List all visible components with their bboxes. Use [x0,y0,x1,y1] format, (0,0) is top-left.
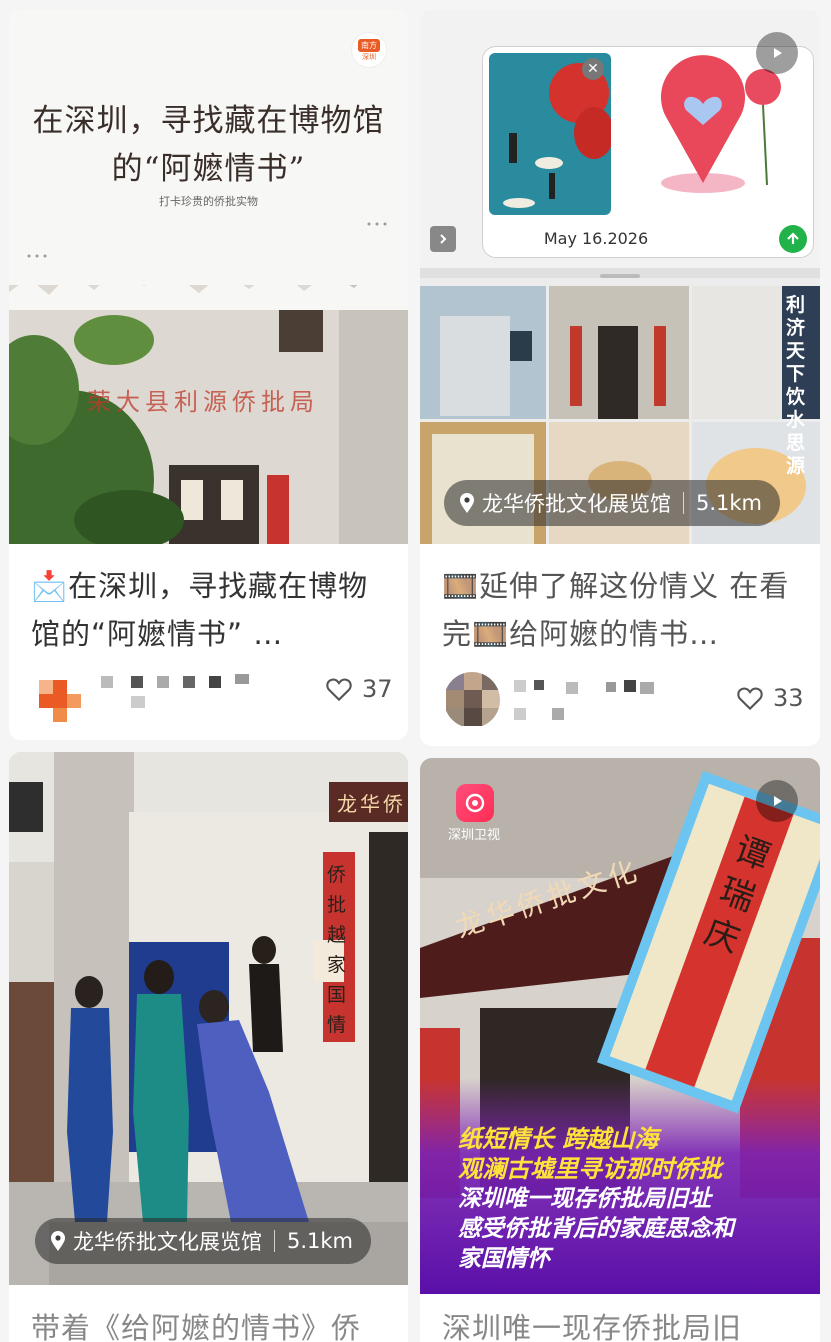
card-title[interactable]: 🎞️延伸了解这份情义 在看完🎞️给阿嬷的情书… [442,562,798,658]
card-cover-image[interactable]: ✕ May 16.2026 利济天下饮水思源 龙华侨批文化展览馆 5.1km [420,10,820,544]
like-count: 33 [773,684,804,712]
location-tag[interactable]: 龙华侨批文化展览馆 5.1km [444,480,781,526]
play-icon [774,796,782,806]
drag-handle[interactable] [600,274,640,278]
caption-line-2: 观澜古墟里寻访那时侨批 [458,1155,722,1183]
note-card[interactable]: 龙华侨 侨批越家国情 龙华侨批文化展览馆 5.1km 带着《给阿嬷的情书》侨 [9,752,408,1342]
building-sign-text: 荣大县利源侨批局 [87,388,319,416]
channel-logo-icon [465,793,485,813]
like-count: 37 [362,675,393,703]
close-thumbnail-icon[interactable]: ✕ [582,58,604,80]
card-cover-image[interactable]: 深圳卫视 龙华侨批文化 谭瑞庆 纸短情长 跨越山海 观澜古墟里寻访那时侨批 深圳… [420,758,820,1294]
red-banner-text: 侨批越家国情 [327,864,347,1036]
author-name-redacted[interactable] [101,670,271,710]
play-video-button[interactable] [756,780,798,822]
location-name: 龙华侨批文化展览馆 [73,1230,262,1254]
author-avatar[interactable] [31,668,87,724]
location-tag[interactable]: 龙华侨批文化展览馆 5.1km [35,1218,372,1264]
location-separator [683,492,684,514]
channel-name: 深圳卫视 [448,828,501,843]
note-card[interactable]: 南方 深圳 在深圳，寻找藏在博物馆 的“阿嬷情书” 打卡珍贵的侨批实物 荣大县利… [9,10,408,740]
note-card[interactable]: 深圳卫视 龙华侨批文化 谭瑞庆 纸短情长 跨越山海 观澜古墟里寻访那时侨批 深圳… [420,758,820,1342]
heart-outline-icon [737,687,763,711]
like-button[interactable]: 37 [324,674,393,704]
card-title[interactable]: 📩在深圳，寻找藏在博物馆的“阿嬷情书” … [31,562,386,658]
caption-line-5: 家国情怀 [458,1246,550,1272]
cover-headline-line2: 的“阿嬷情书” [111,151,306,187]
location-pin-icon [460,493,474,513]
video-caption: 纸短情长 跨越山海 观澜古墟里寻访那时侨批 深圳唯一现存侨批局旧址 感受侨批背后… [458,1124,818,1274]
arrow-up-icon [787,232,799,244]
location-pin-icon [51,1231,65,1251]
caption-line-3: 深圳唯一现存侨批局旧址 [458,1186,711,1212]
card-cover-image[interactable]: 龙华侨 侨批越家国情 龙华侨批文化展览馆 5.1km [9,752,408,1285]
author-name-redacted[interactable] [514,674,674,724]
location-distance: 5.1km [696,491,763,515]
location-name: 龙华侨批文化展览馆 [482,492,671,516]
note-card[interactable]: ✕ May 16.2026 利济天下饮水思源 龙华侨批文化展览馆 5.1km 🎞… [420,10,820,746]
cover-headline-line1: 在深圳，寻找藏在博物馆 [32,103,385,139]
message-date: May 16.2026 [543,229,649,248]
location-distance: 5.1km [287,1229,354,1253]
chevron-right-icon [440,234,447,244]
card-title[interactable]: 带着《给阿嬷的情书》侨 [31,1304,386,1342]
message-preview-panel: ✕ May 16.2026 [420,10,820,268]
publisher-badge: 南方 深圳 [351,32,387,68]
play-video-button[interactable] [756,32,798,74]
send-button[interactable] [779,225,807,253]
photo-grid: 利济天下饮水思源 龙华侨批文化展览馆 5.1km [420,286,820,544]
heart-outline-icon [326,678,352,702]
like-button[interactable]: 33 [735,683,804,713]
card-title[interactable]: 深圳唯一现存侨批局旧 [442,1304,798,1342]
heart-pin-sticker [661,55,781,193]
badge-top-text: 南方 [358,38,380,52]
message-bubble: ✕ May 16.2026 [482,46,814,258]
author-avatar[interactable] [444,672,500,728]
card-cover-image[interactable]: 南方 深圳 在深圳，寻找藏在博物馆 的“阿嬷情书” 打卡珍贵的侨批实物 荣大县利… [9,10,408,544]
cover-subhead: 打卡珍贵的侨批实物 [159,195,258,208]
channel-logo [456,784,494,822]
cover-illustration [9,10,408,544]
building-sign-text: 龙华侨 [337,792,406,816]
location-separator [274,1230,275,1252]
caption-line-4: 感受侨批背后的家庭思念和 [458,1216,734,1242]
grid-side-text: 利济天下饮水思源 [786,294,806,477]
badge-bottom-text: 深圳 [362,52,376,61]
expand-button[interactable] [430,226,456,252]
play-icon [774,48,782,58]
caption-line-1: 纸短情长 跨越山海 [458,1125,659,1153]
